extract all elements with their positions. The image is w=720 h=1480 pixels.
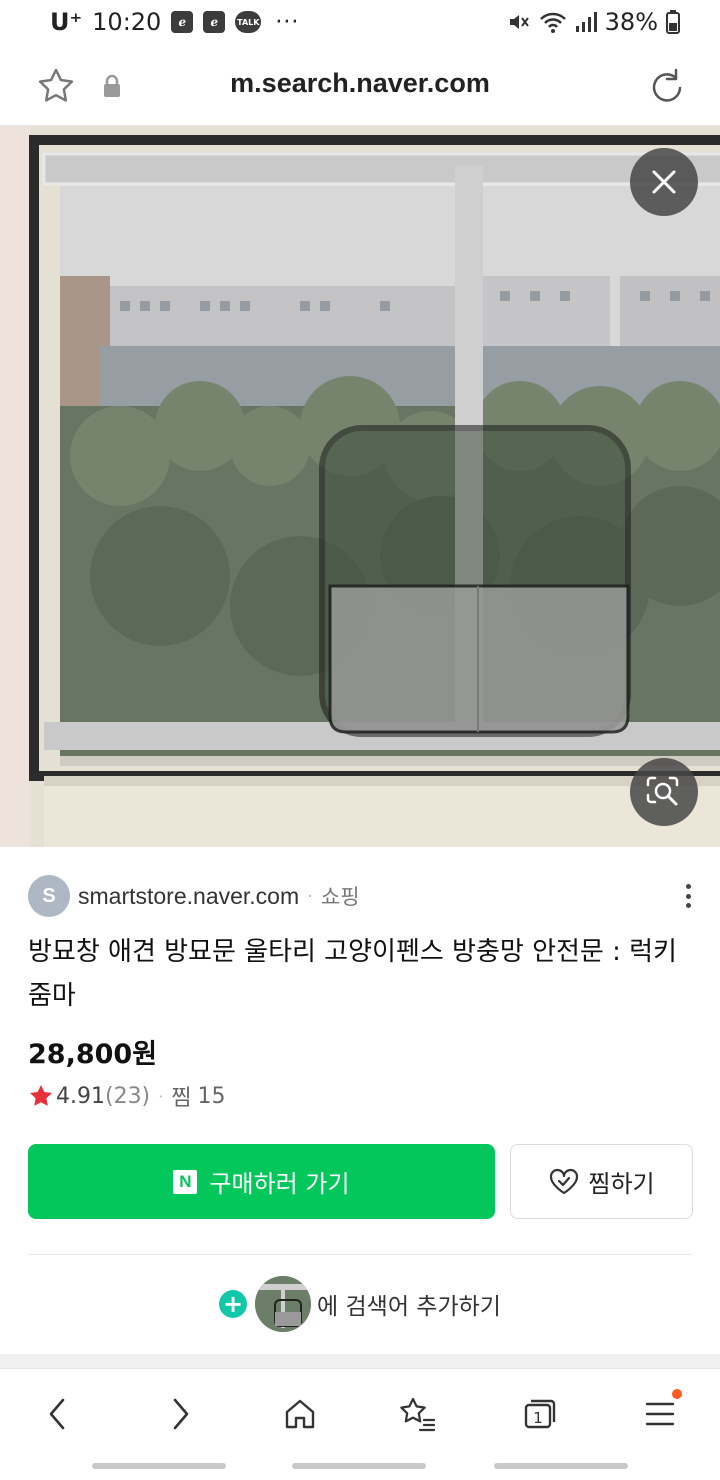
- carrier-label: U⁺: [50, 8, 83, 36]
- lens-icon: [646, 776, 679, 806]
- naver-logo-icon: N: [173, 1169, 198, 1194]
- bookmarks-button[interactable]: [388, 1389, 448, 1439]
- close-button[interactable]: [630, 148, 698, 216]
- thumbnail-image: [255, 1276, 312, 1332]
- rating-value: 4.91: [56, 1083, 105, 1109]
- browser-bottom-nav: 1: [0, 1368, 720, 1480]
- wifi-icon: [539, 12, 566, 33]
- status-right: 38%: [507, 8, 680, 36]
- home-button[interactable]: [270, 1389, 330, 1439]
- source-category: 쇼핑: [320, 885, 360, 909]
- buy-button[interactable]: N 구매하러 가기: [28, 1144, 495, 1219]
- wishlist-button-label: 찜하기: [588, 1170, 655, 1198]
- divider: [28, 1254, 692, 1255]
- gesture-bar: [292, 1463, 426, 1469]
- tabs-icon: 1: [524, 1399, 556, 1429]
- back-button[interactable]: [28, 1389, 88, 1439]
- browser-url-bar: m.search.naver.com: [0, 46, 720, 126]
- add-search-term-label: 에 검색어 추가하기: [317, 1294, 501, 1320]
- separator: ·: [307, 885, 313, 907]
- plus-icon: +: [219, 1290, 248, 1318]
- product-title[interactable]: 방묘창 애견 방묘문 울타리 고양이펜스 방충망 안전문 : 럭키줌마: [28, 930, 698, 1018]
- source-domain[interactable]: smartstore.naver.com: [78, 883, 299, 910]
- reload-icon[interactable]: [646, 66, 686, 106]
- rating-star-icon: [30, 1085, 52, 1106]
- product-image[interactable]: [0, 126, 720, 847]
- mute-icon: [509, 15, 529, 29]
- wishlist-button[interactable]: 찜하기: [510, 1144, 693, 1219]
- chevron-right-icon: [173, 1398, 189, 1430]
- status-left: U⁺ 10:20 ℯ ℯ TALK ···: [50, 8, 299, 36]
- notification-icon: ℯ: [171, 11, 194, 33]
- forward-button[interactable]: [150, 1389, 210, 1439]
- tabs-button[interactable]: 1: [510, 1389, 570, 1439]
- home-icon: [285, 1399, 315, 1429]
- close-icon: [652, 170, 676, 194]
- clock: 10:20: [92, 8, 162, 36]
- gesture-bar: [92, 1463, 226, 1469]
- kakaotalk-icon: TALK: [235, 11, 262, 33]
- notification-icon: ℯ: [203, 11, 226, 33]
- window-screen-photo: [0, 126, 720, 847]
- wish-label: 찜: [171, 1086, 192, 1111]
- gesture-bar: [494, 1463, 628, 1469]
- source-avatar: S: [28, 875, 70, 917]
- url-text[interactable]: m.search.naver.com: [0, 68, 720, 99]
- notification-dot: [672, 1389, 682, 1399]
- rating-row: 4.91 (23) · 찜 15: [28, 1080, 226, 1112]
- section-divider: [0, 1354, 720, 1368]
- tab-count: 1: [533, 1409, 543, 1427]
- more-options-icon[interactable]: [680, 880, 696, 912]
- product-price: 28,800원: [28, 1039, 158, 1070]
- separator: ·: [158, 1086, 164, 1106]
- more-notifications-icon: ···: [275, 9, 300, 35]
- menu-button[interactable]: [630, 1389, 690, 1439]
- hamburger-menu-icon: [645, 1402, 675, 1426]
- source-row[interactable]: S smartstore.naver.com · 쇼핑: [28, 874, 692, 918]
- battery-percent: 38%: [604, 8, 658, 36]
- battery-icon: [666, 10, 680, 34]
- star-list-icon: [400, 1397, 436, 1432]
- status-bar: U⁺ 10:20 ℯ ℯ TALK ··· 38%: [0, 0, 720, 46]
- wish-count: 15: [197, 1083, 226, 1109]
- signal-icon: [575, 12, 597, 32]
- rating-count: (23): [104, 1083, 151, 1109]
- chevron-left-icon: [49, 1398, 65, 1430]
- image-search-button[interactable]: [630, 758, 698, 826]
- buy-button-label: 구매하러 가기: [209, 1170, 350, 1198]
- heart-icon: [550, 1168, 579, 1194]
- add-search-term-button[interactable]: + 에 검색어 추가하기: [0, 1274, 720, 1334]
